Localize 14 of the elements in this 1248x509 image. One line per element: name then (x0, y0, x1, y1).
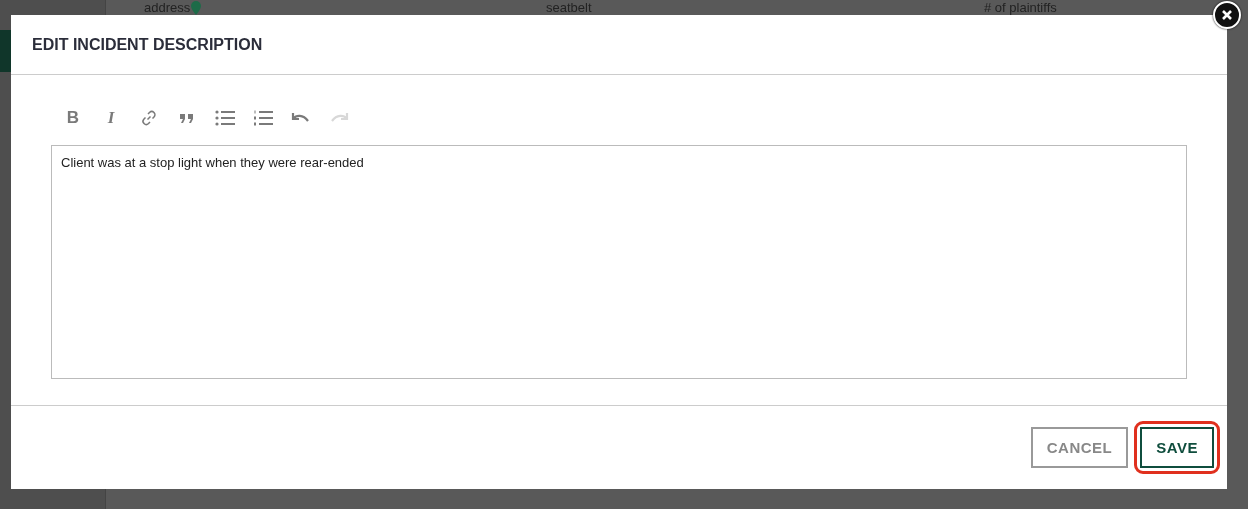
numbered-list-icon (253, 110, 273, 126)
pin-icon (191, 0, 202, 15)
column-header: address (144, 0, 191, 15)
description-editor[interactable]: Client was at a stop light when they were rear-ended (51, 145, 1187, 379)
close-icon (1221, 9, 1233, 21)
cancel-button[interactable]: CANCEL (1030, 427, 1129, 468)
dialog-title: EDIT INCIDENT DESCRIPTION (32, 35, 263, 54)
link-icon (140, 109, 158, 127)
bold-button[interactable]: B (55, 105, 91, 131)
description-text: Client was at a stop light when they were rear-ended (61, 155, 364, 170)
bullet-list-icon (215, 110, 235, 126)
quote-icon (179, 111, 195, 125)
save-button[interactable]: SAVE (1140, 427, 1214, 468)
italic-button[interactable]: I (93, 105, 129, 131)
